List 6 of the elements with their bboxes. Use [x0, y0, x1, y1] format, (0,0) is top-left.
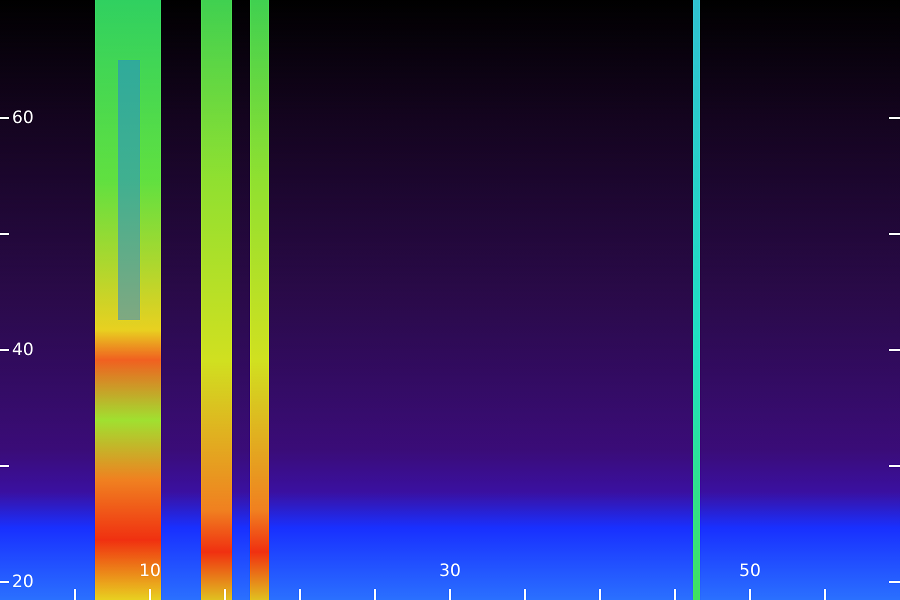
y-axis-label: 40 [12, 342, 34, 359]
x-axis-label: 30 [439, 563, 461, 580]
x-axis-label: 50 [739, 563, 761, 580]
y-axis-label: 60 [12, 110, 34, 127]
x-axis-label: 10 [139, 563, 161, 580]
y-axis-label: 20 [12, 574, 34, 591]
